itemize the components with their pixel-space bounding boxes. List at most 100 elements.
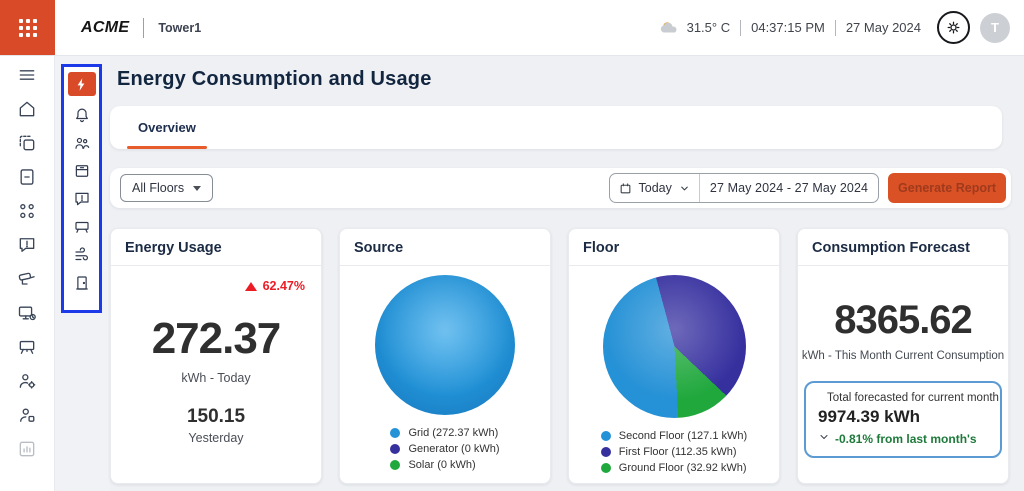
sidebar-item-incidents[interactable] — [17, 234, 38, 255]
date-range-value[interactable]: 27 May 2024 - 27 May 2024 — [700, 181, 878, 195]
chat-alert-icon — [73, 190, 91, 208]
sidebar-item-home[interactable] — [17, 98, 38, 119]
desk-icon — [17, 337, 37, 357]
floor-select-label: All Floors — [132, 181, 184, 195]
notebook-icon — [17, 167, 37, 187]
people-icon — [73, 134, 91, 152]
settings-gear-icon — [946, 20, 961, 35]
sidebar-item-cctv[interactable] — [17, 268, 38, 289]
chat-alert-icon — [17, 235, 37, 255]
sidebar-item-spaces[interactable] — [17, 132, 38, 153]
sidebar-item-organization[interactable] — [17, 200, 38, 221]
legend-label: Grid (272.37 kWh) — [408, 427, 498, 439]
sidebar-item-workstations[interactable] — [17, 336, 38, 357]
legend-dot — [601, 447, 611, 457]
legend-dot — [601, 431, 611, 441]
cctv-camera-icon — [17, 269, 37, 289]
bar-chart-icon — [17, 439, 37, 459]
sidebar-item-user-settings[interactable] — [17, 370, 38, 391]
legend-label: First Floor (112.35 kWh) — [619, 446, 737, 458]
user-badge-icon — [17, 405, 37, 425]
cabinet-icon — [73, 162, 91, 180]
rail-item-assets[interactable] — [72, 161, 91, 180]
legend-item[interactable]: Solar (0 kWh) — [390, 459, 499, 471]
legend-item[interactable]: Generator (0 kWh) — [390, 443, 499, 455]
rail-item-alarms[interactable] — [72, 105, 91, 124]
annotation-highlight-box — [61, 64, 102, 313]
legend-dot — [390, 428, 400, 438]
forecast-change: -0.81% from last month's — [818, 431, 977, 446]
weather-widget: 31.5° C — [658, 20, 731, 36]
sidebar-item-devices[interactable] — [17, 302, 38, 323]
today-consumption-label: kWh - Today — [181, 371, 250, 385]
today-consumption-value: 272.37 — [152, 317, 281, 361]
card-title: Floor — [569, 229, 779, 266]
tab-bar: Overview — [110, 106, 1002, 149]
legend-label: Solar (0 kWh) — [408, 459, 475, 471]
site-name[interactable]: Tower1 — [158, 21, 201, 35]
user-settings-icon — [17, 371, 37, 391]
menu-icon[interactable] — [17, 64, 38, 85]
forecast-box: Total forecasted for current month 9974.… — [804, 381, 1002, 458]
clock-time: 04:37:15 PM — [751, 20, 825, 35]
alarm-bell-icon — [73, 106, 91, 124]
source-legend: Grid (272.37 kWh) Generator (0 kWh) Sola… — [390, 427, 499, 471]
legend-label: Second Floor (127.1 kWh) — [619, 430, 747, 442]
energy-usage-card: Energy Usage 62.47% 272.37 kWh - Today 1… — [110, 228, 322, 484]
rail-item-complaints[interactable] — [72, 189, 91, 208]
rail-item-occupancy[interactable] — [72, 133, 91, 152]
tab-overview[interactable]: Overview — [127, 106, 207, 149]
floor-legend: Second Floor (127.1 kWh) First Floor (11… — [601, 430, 747, 474]
legend-item[interactable]: First Floor (112.35 kWh) — [601, 446, 747, 458]
rail-item-desks[interactable] — [72, 217, 91, 236]
sidebar-item-visitors[interactable] — [17, 404, 38, 425]
top-bar: ACME Tower1 31.5° C 04:37:15 PM 27 May 2… — [0, 0, 1024, 56]
door-icon — [73, 274, 91, 292]
fan-air-icon — [73, 246, 91, 264]
legend-dot — [390, 460, 400, 470]
floor-card: Floor Second Floor (127.1 kWh) First Flo… — [568, 228, 780, 484]
chevron-down-icon — [818, 431, 830, 446]
month-consumption-label: kWh - This Month Current Consumption — [802, 350, 1004, 362]
avatar[interactable]: T — [980, 13, 1010, 43]
yesterday-consumption-label: Yesterday — [188, 431, 243, 445]
energy-bolt-icon — [74, 77, 89, 92]
rail-item-energy-active[interactable] — [68, 72, 96, 96]
card-title: Source — [340, 229, 550, 266]
weather-partly-cloudy-icon — [658, 20, 680, 36]
copy-pages-icon — [17, 133, 37, 153]
yesterday-consumption-value: 150.15 — [187, 406, 245, 428]
legend-dot — [601, 463, 611, 473]
module-rail — [55, 55, 110, 491]
floor-select[interactable]: All Floors — [120, 174, 213, 202]
sidebar-item-reports[interactable] — [17, 438, 38, 459]
range-preset-select[interactable]: Today — [610, 174, 700, 202]
card-title: Consumption Forecast — [798, 229, 1008, 266]
forecast-box-title: Total forecasted for current month — [827, 392, 999, 404]
change-percent: 62.47% — [263, 279, 305, 293]
legend-item[interactable]: Second Floor (127.1 kWh) — [601, 430, 747, 442]
app-grid-icon — [19, 19, 37, 37]
settings-button[interactable] — [937, 11, 970, 44]
legend-item[interactable]: Grid (272.37 kWh) — [390, 427, 499, 439]
legend-item[interactable]: Ground Floor (32.92 kWh) — [601, 462, 747, 474]
org-network-icon — [17, 201, 37, 221]
forecast-change-text: -0.81% from last month's — [835, 432, 977, 446]
monitor-schedule-icon — [17, 303, 37, 323]
sidebar-item-logbook[interactable] — [17, 166, 38, 187]
home-icon — [17, 99, 37, 119]
date-display: 27 May 2024 — [846, 20, 921, 35]
triangle-up-icon — [245, 282, 257, 291]
forecast-value: 9974.39 kWh — [818, 407, 920, 427]
app-launcher-button[interactable] — [0, 0, 55, 55]
main-sidebar — [0, 55, 55, 491]
generate-report-button[interactable]: Generate Report — [888, 173, 1006, 203]
filter-bar: All Floors Today 27 May 2024 - 27 May 20… — [110, 168, 1011, 208]
date-filter-group: Today 27 May 2024 - 27 May 2024 Generate… — [609, 173, 1006, 203]
date-range-control: Today 27 May 2024 - 27 May 2024 — [609, 173, 880, 203]
legend-label: Ground Floor (32.92 kWh) — [619, 462, 747, 474]
range-preset-label: Today — [639, 181, 672, 195]
rail-item-access[interactable] — [72, 273, 91, 292]
month-consumption-value: 8365.62 — [834, 300, 972, 340]
rail-item-air-quality[interactable] — [72, 245, 91, 264]
